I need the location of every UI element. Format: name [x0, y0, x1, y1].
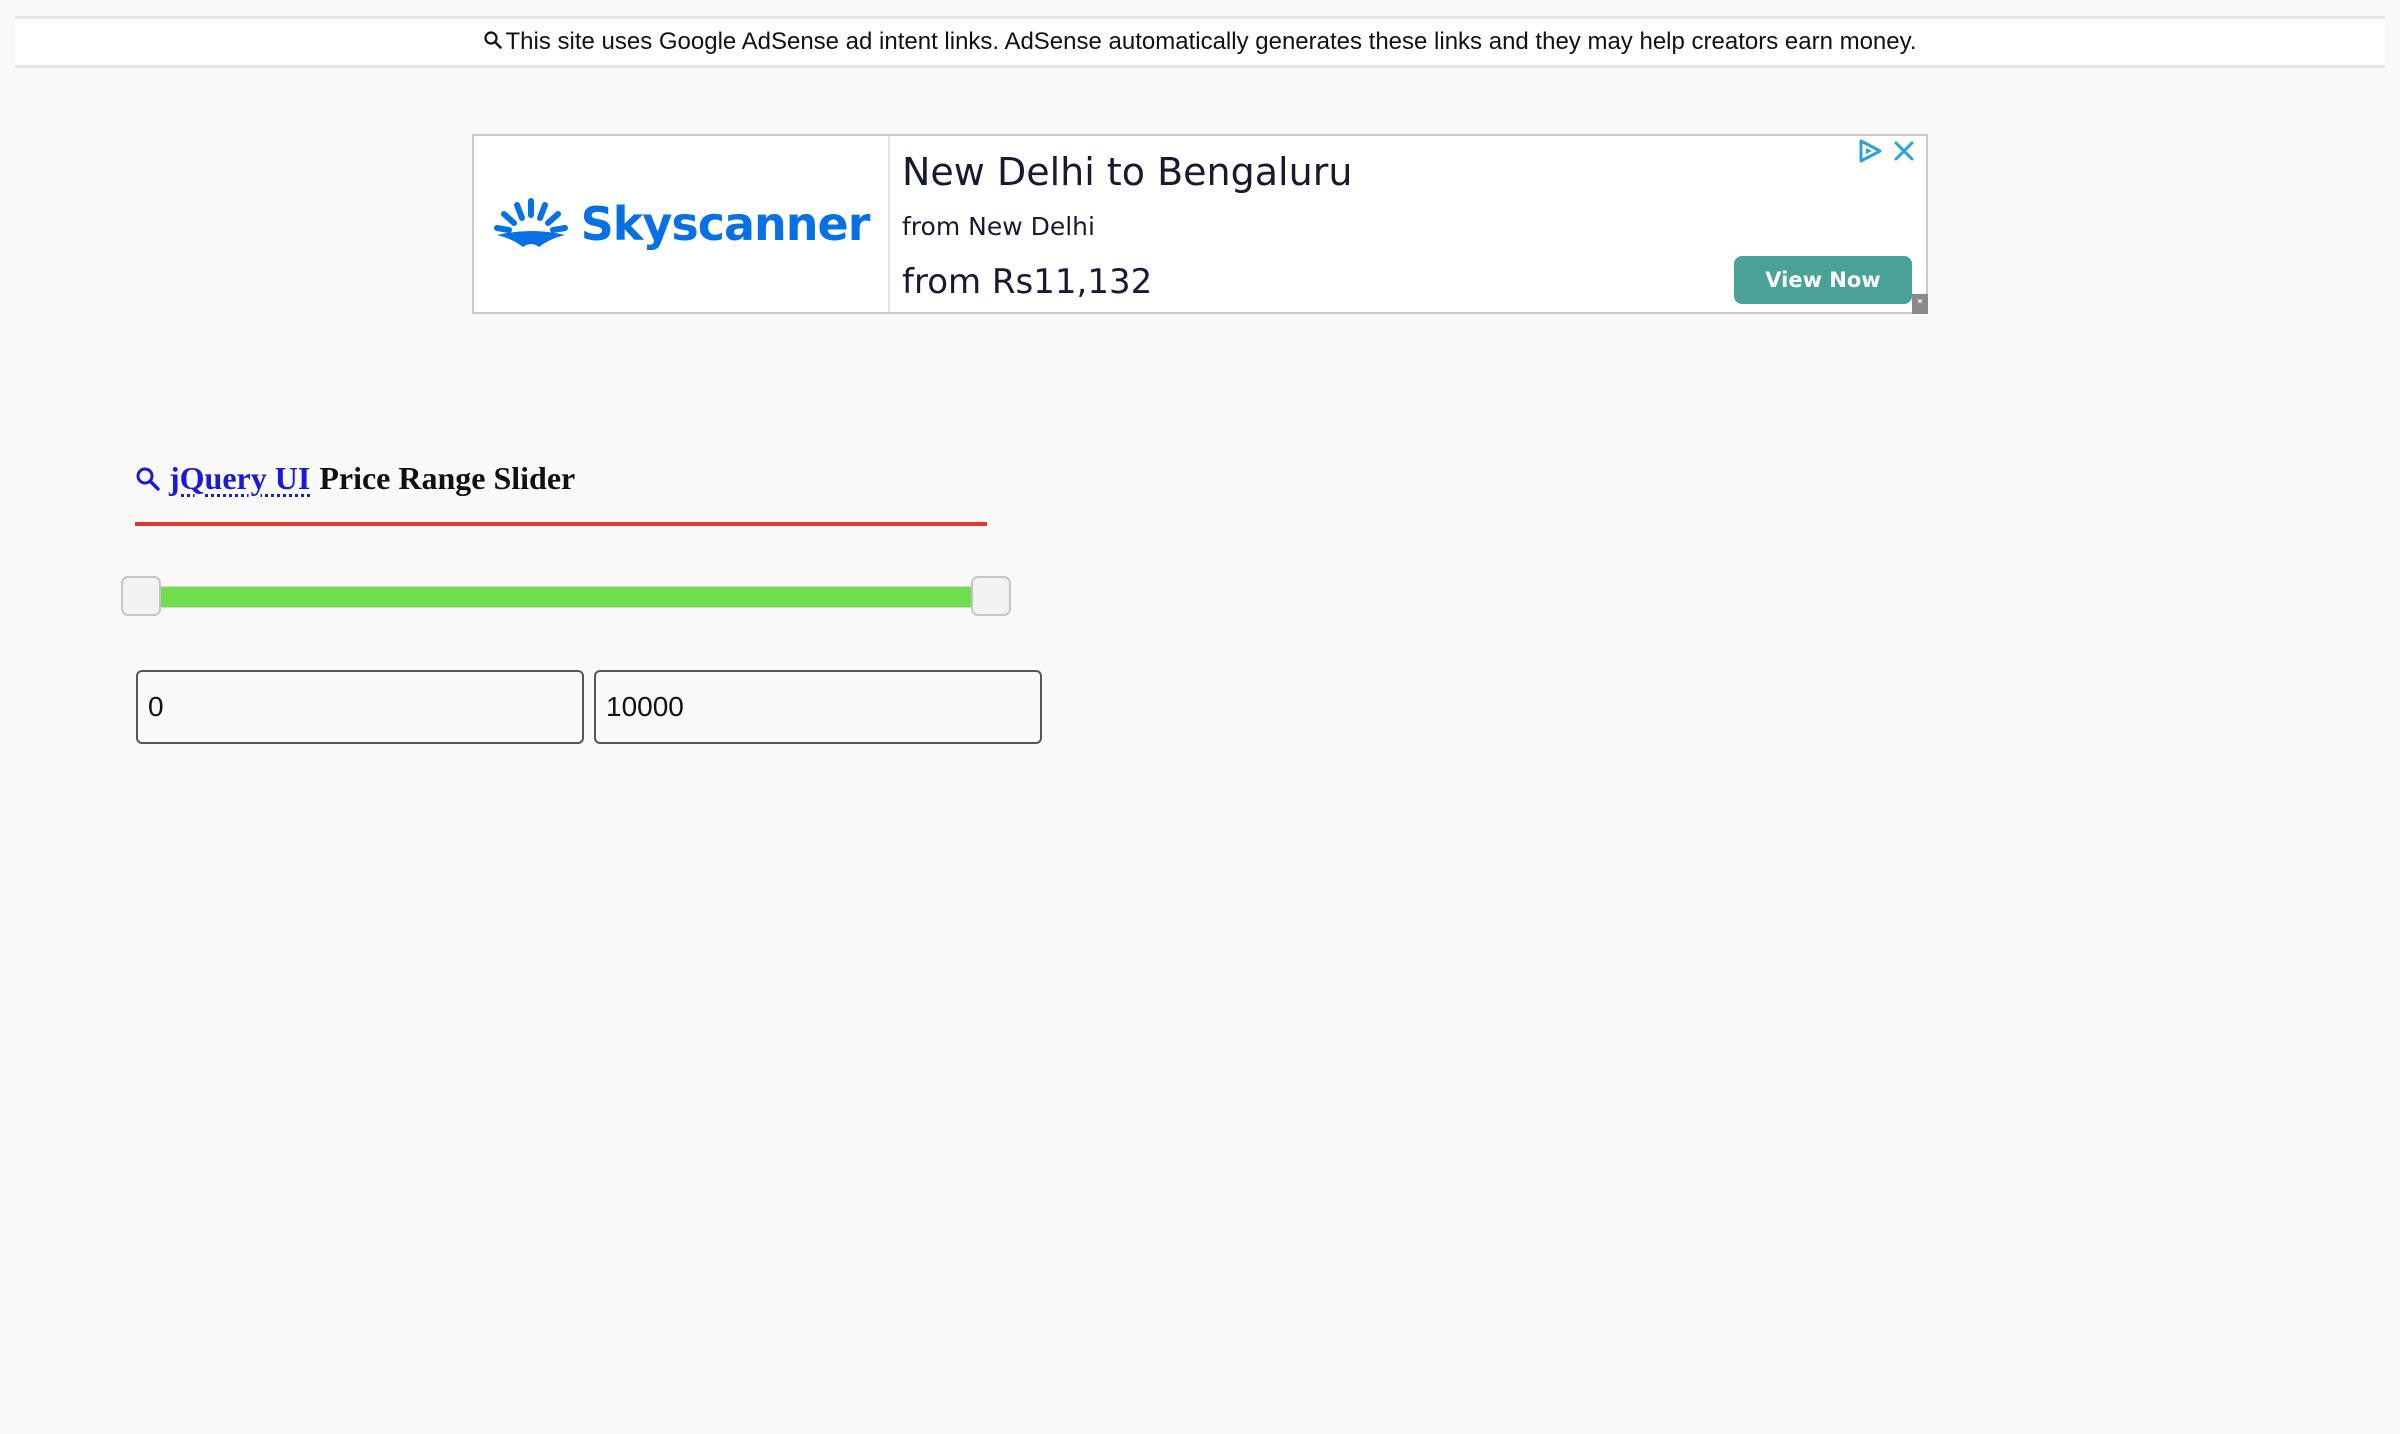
skyscanner-sunrise-icon: [493, 198, 568, 247]
ad-banner[interactable]: Skyscanner New Delhi to Bengaluru from N…: [472, 134, 1928, 314]
price-range-slider[interactable]: [121, 576, 1011, 616]
page-title-text: Price Range Slider: [319, 460, 576, 496]
view-now-button[interactable]: View Now: [1734, 256, 1912, 304]
ad-corner-marker: *: [1912, 294, 1928, 314]
adchoices-play-icon[interactable]: [1856, 138, 1884, 164]
adsense-notice-text: This site uses Google AdSense ad intent …: [505, 28, 1917, 55]
close-icon[interactable]: [1892, 139, 1916, 163]
ad-price: from Rs11,132: [902, 262, 1153, 302]
slider-range-fill: [141, 587, 991, 607]
page-title: jQuery UI Price Range Slider: [135, 460, 987, 526]
ad-content[interactable]: New Delhi to Bengaluru from New Delhi fr…: [890, 136, 1928, 314]
ad-logo-pane[interactable]: Skyscanner: [474, 136, 890, 312]
search-icon: [136, 467, 160, 491]
search-icon: [484, 31, 503, 49]
ad-brand-name: Skyscanner: [580, 197, 871, 251]
jquery-ui-link[interactable]: jQuery UI: [169, 460, 310, 497]
slider-handle-min[interactable]: [121, 576, 161, 616]
max-price-input[interactable]: [594, 670, 1042, 744]
min-price-input[interactable]: [136, 670, 584, 744]
slider-handle-max[interactable]: [971, 576, 1011, 616]
skyscanner-logo[interactable]: Skyscanner: [493, 197, 870, 251]
ad-choices[interactable]: [1856, 138, 1916, 164]
ad-headline[interactable]: New Delhi to Bengaluru: [902, 150, 1926, 194]
adsense-notice-bar: This site uses Google AdSense ad intent …: [15, 16, 2385, 68]
ad-subline: from New Delhi: [902, 212, 1095, 241]
